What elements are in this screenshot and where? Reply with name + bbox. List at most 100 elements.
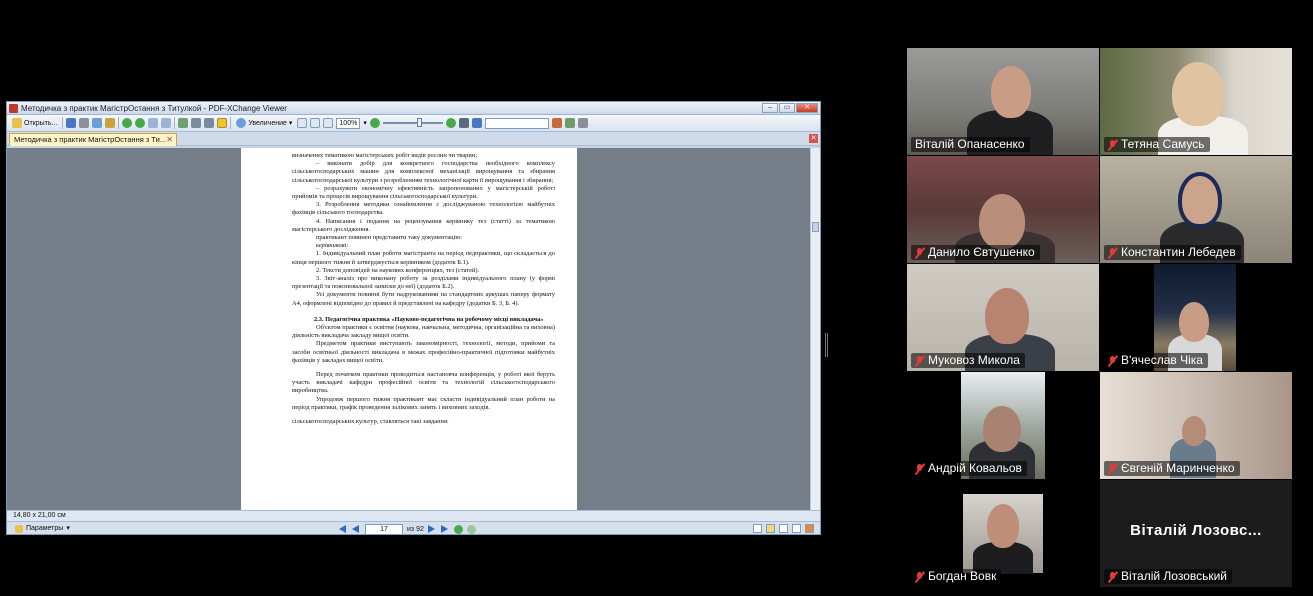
document-tab[interactable]: Методичка з практик МагістрОстання з Ти.… (9, 133, 177, 146)
folder-icon (12, 118, 22, 128)
print-icon[interactable] (79, 118, 90, 128)
snapshot-icon[interactable] (204, 118, 215, 128)
participant-name: Віталій Опанасенко (915, 137, 1025, 151)
page-text-line: сільськогосподарських культур, ставлятьс… (292, 418, 449, 426)
tools-icon[interactable] (805, 524, 814, 533)
mic-muted-icon (914, 570, 925, 583)
participant-tile[interactable]: В'ячеслав Чіка (1100, 264, 1292, 371)
participant-tile[interactable]: Віталій Лозовс... Віталій Лозовський (1100, 480, 1292, 587)
close-tab-icon[interactable]: ✕ (166, 134, 173, 146)
find-icon[interactable] (458, 118, 469, 128)
last-page-button[interactable] (440, 525, 450, 534)
zoom-slider[interactable] (382, 118, 443, 127)
actual-size-icon[interactable] (297, 118, 308, 128)
chevron-down-icon[interactable]: ▾ (363, 119, 367, 127)
window-controls: – ▭ ✕ (762, 103, 818, 113)
open-button[interactable]: Открыть... (10, 117, 59, 130)
properties-icon[interactable] (105, 118, 116, 128)
person-face (991, 66, 1031, 118)
markup-tool-icon[interactable] (564, 118, 575, 128)
search-engine-icon[interactable] (471, 118, 482, 128)
mic-muted-icon (914, 462, 925, 475)
page-paragraph: 3. Розроблення методики ознайомлення з д… (292, 201, 555, 217)
options-icon[interactable] (577, 118, 588, 128)
participant-tile[interactable]: Богдан Вовк (907, 480, 1099, 587)
person-face (979, 194, 1025, 249)
current-page-input[interactable]: 17 (365, 524, 403, 534)
history-back-icon[interactable] (453, 525, 463, 534)
first-page-button[interactable] (339, 525, 348, 534)
main-toolbar: Открыть... Увеличение ▾ 100% ▾ (7, 115, 820, 132)
page-navigation: 17 из 92 (339, 523, 476, 534)
zoom-level-field[interactable]: 100% (336, 117, 361, 129)
participant-tile[interactable]: Тетяна Самусь (1100, 48, 1292, 155)
zoom-out-icon[interactable] (369, 118, 380, 128)
next-page-button[interactable] (427, 525, 437, 534)
page-paragraph: Перед початком практики проводиться наст… (292, 371, 555, 395)
participant-tile[interactable]: Муковоз Микола (907, 264, 1099, 371)
participant-tile[interactable]: Константин Лебедев (1100, 156, 1292, 263)
zoom-tool-button[interactable]: Увеличение ▾ (234, 117, 294, 130)
comment-tool-icon[interactable] (551, 118, 562, 128)
page-paragraph: 1. Індивідуальний план роботи магістрант… (292, 250, 555, 266)
participant-tile[interactable]: Віталій Опанасенко (907, 48, 1099, 155)
participant-name: Євгеній Маринченко (1121, 461, 1235, 475)
search-input[interactable] (484, 117, 549, 129)
save-icon[interactable] (66, 118, 77, 128)
participant-placeholder-name: Віталій Лозовс... (1130, 522, 1262, 539)
maximize-button[interactable]: ▭ (779, 103, 795, 113)
email-icon[interactable] (92, 118, 103, 128)
fit-page-icon[interactable] (310, 118, 321, 128)
page-paragraph: Упродовж першого тижня практикант має ск… (292, 395, 555, 411)
continuous-facing-icon[interactable] (792, 524, 801, 533)
participant-tile[interactable]: Андрій Ковальов (907, 372, 1099, 479)
participant-tile[interactable]: Данило Євтушенко (907, 156, 1099, 263)
close-window-button[interactable]: ✕ (796, 103, 818, 113)
participant-name-label: Віталій Опанасенко (911, 137, 1030, 152)
toolbar-separator (118, 117, 120, 129)
participant-name-label: Андрій Ковальов (911, 461, 1027, 476)
page-paragraph: Предметом практики виступають закономірн… (292, 340, 555, 364)
last-page-icon (440, 525, 448, 533)
total-pages-label: из 92 (407, 526, 424, 533)
page-paragraph: Об'єктом практики є освітня (наукова, на… (292, 324, 555, 340)
minimize-button[interactable]: – (762, 103, 778, 113)
forward-icon[interactable] (135, 118, 146, 128)
document-tab-label: Методичка з практик МагістрОстання з Ти.… (14, 135, 167, 144)
participant-tile[interactable]: Євгеній Маринченко (1100, 372, 1292, 479)
back-icon[interactable] (122, 118, 133, 128)
page-paragraph: 2. Тексти доповідей на наукових конферен… (316, 266, 480, 274)
mic-muted-icon (1107, 246, 1118, 259)
single-page-icon[interactable] (753, 524, 762, 533)
participant-name-label: Муковоз Микола (911, 353, 1025, 368)
page-paragraph: практикант повинен представити таку доку… (316, 234, 462, 242)
close-panel-icon[interactable]: ✕ (809, 134, 818, 143)
history-forward-icon[interactable] (466, 525, 476, 534)
participant-name-label: Віталій Лозовський (1104, 569, 1233, 584)
shared-screen-pdf-viewer[interactable]: Методичка з практик МагістрОстання з Тит… (6, 101, 821, 535)
select-text-icon[interactable] (217, 118, 228, 128)
toolbar-separator (230, 117, 232, 129)
gallery-splitter-handle[interactable] (825, 333, 828, 357)
window-title: Методичка з практик МагістрОстання з Тит… (21, 103, 287, 113)
hand-tool-icon[interactable] (191, 118, 202, 128)
zoom-slider-knob[interactable] (416, 118, 422, 127)
page-paragraph: – виконати добір для конкретного господа… (292, 160, 555, 184)
document-area[interactable]: визначених тематикою магістерських робіт… (7, 148, 820, 510)
mic-muted-icon (1107, 570, 1118, 583)
open-label: Открыть... (24, 119, 58, 127)
zoom-in-icon[interactable] (445, 118, 456, 128)
participant-name: Тетяна Самусь (1121, 137, 1205, 151)
scrollbar-thumb[interactable] (812, 222, 819, 232)
redo-icon[interactable] (161, 118, 172, 128)
pdf-page: визначених тематикою магістерських робіт… (241, 148, 577, 510)
page-paragraph: 4. Написання і подання на рецензування к… (292, 217, 555, 233)
continuous-page-icon[interactable] (766, 524, 775, 533)
facing-pages-icon[interactable] (779, 524, 788, 533)
vertical-scrollbar[interactable] (810, 148, 820, 510)
previous-page-button[interactable] (352, 525, 361, 534)
parameters-button[interactable]: Параметры ▾ (15, 522, 70, 534)
undo-icon[interactable] (148, 118, 159, 128)
fit-width-icon[interactable] (323, 118, 334, 128)
rotate-icon[interactable] (178, 118, 189, 128)
